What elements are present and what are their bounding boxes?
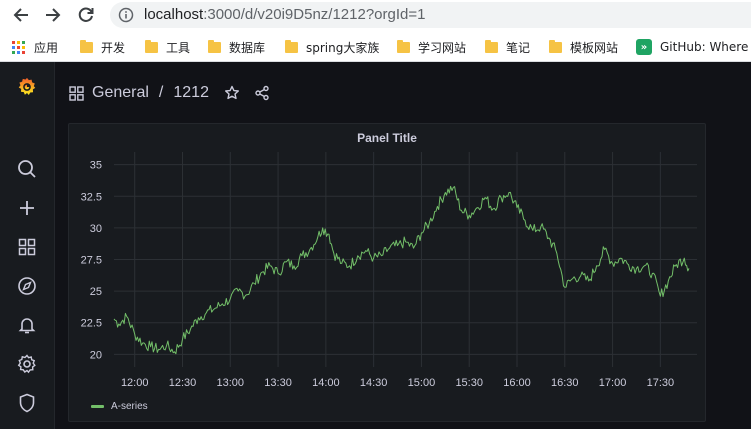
forward-button[interactable] — [42, 4, 64, 26]
x-tick-label: 13:30 — [264, 377, 292, 389]
x-tick-label: 15:00 — [408, 377, 436, 389]
reload-button[interactable] — [75, 4, 97, 26]
y-tick-label: 35 — [90, 160, 102, 172]
x-tick-label: 12:00 — [121, 377, 149, 389]
bookmarks-bar: 应用 开发 工具 数据库 spring大家族 学习网站 笔记 模板网站 » Git… — [0, 31, 751, 62]
x-tick-label: 16:00 — [503, 377, 531, 389]
y-tick-label: 27.5 — [81, 255, 102, 267]
x-tick-label: 17:30 — [647, 377, 675, 389]
apps-grid-icon — [12, 41, 25, 54]
bookmark-label: 工具 — [166, 41, 191, 55]
url-text: localhost:3000/d/v20i9D5nz/1212?orgId=1 — [144, 6, 425, 23]
github-bookmark-icon: » — [636, 39, 652, 55]
url-path: :3000/d/v20i9D5nz/1212?orgId=1 — [203, 6, 426, 23]
folder-icon — [485, 40, 498, 53]
bookmark-label: 笔记 — [506, 41, 531, 55]
bookmark-folder[interactable]: 笔记 — [485, 39, 530, 56]
folder-icon — [145, 40, 158, 53]
dashboard-title[interactable]: 1212 — [173, 84, 209, 102]
back-arrow-icon — [13, 8, 28, 22]
x-tick-label: 17:00 — [599, 377, 627, 389]
address-bar[interactable]: localhost:3000/d/v20i9D5nz/1212?orgId=1 — [110, 2, 751, 28]
y-tick-label: 30 — [90, 223, 102, 235]
alerting-bell-icon[interactable] — [16, 314, 38, 336]
breadcrumb-folder[interactable]: General — [92, 84, 149, 102]
x-tick-label: 12:30 — [169, 377, 197, 389]
folder-icon — [397, 40, 410, 53]
bookmark-folder[interactable]: 学习网站 — [397, 39, 466, 56]
bookmark-label: spring大家族 — [306, 41, 380, 55]
browser-toolbar: localhost:3000/d/v20i9D5nz/1212?orgId=1 — [0, 0, 751, 31]
grafana-logo-icon[interactable] — [16, 76, 38, 98]
server-admin-shield-icon[interactable] — [16, 392, 38, 414]
legend: A-series — [91, 401, 148, 412]
bookmark-label: 数据库 — [229, 41, 266, 55]
x-tick-label: 16:30 — [551, 377, 579, 389]
bookmark-folder[interactable]: 工具 — [145, 39, 190, 56]
bookmark-label: 应用 — [34, 41, 59, 55]
breadcrumb-separator: / — [158, 84, 164, 101]
dashboards-icon[interactable] — [16, 236, 38, 258]
configuration-gear-icon[interactable] — [16, 353, 38, 375]
bookmark-apps[interactable]: 应用 — [12, 39, 58, 56]
x-tick-label: 13:00 — [217, 377, 245, 389]
x-tick-label: 14:00 — [312, 377, 340, 389]
plus-icon[interactable] — [16, 197, 38, 219]
site-info-icon[interactable] — [118, 7, 134, 28]
url-host: localhost — [144, 6, 204, 23]
reload-icon — [78, 7, 94, 22]
share-icon[interactable] — [254, 85, 270, 101]
forward-arrow-icon — [46, 8, 61, 22]
dashboard-main: General / 1212 Panel Title 20 22.5 25 27.5 3… — [55, 62, 751, 429]
y-tick-label: 25 — [90, 286, 102, 298]
graph-panel[interactable]: Panel Title 20 22.5 25 27.5 30 32.5 35 12:00 12:… — [68, 123, 706, 422]
bookmark-github[interactable]: » GitHub: Where t — [636, 39, 751, 55]
explore-compass-icon[interactable] — [16, 275, 38, 297]
y-tick-label: 22.5 — [81, 318, 102, 330]
series-line-A-series — [113, 185, 690, 355]
folder-icon — [285, 40, 298, 53]
y-tick-label: 20 — [90, 349, 102, 361]
line-chart: 20 22.5 25 27.5 30 32.5 35 12:00 12:30 13:00 13:30… — [81, 152, 697, 389]
back-button[interactable] — [10, 4, 32, 26]
x-tick-label: 15:30 — [455, 377, 483, 389]
folder-icon — [80, 40, 93, 53]
folder-icon — [549, 40, 562, 53]
bookmark-folder[interactable]: 模板网站 — [549, 39, 618, 56]
bookmark-label: 开发 — [101, 41, 126, 55]
y-tick-label: 32.5 — [81, 191, 102, 203]
star-icon[interactable] — [224, 85, 240, 101]
x-tick-label: 14:30 — [360, 377, 388, 389]
bookmark-label: 模板网站 — [570, 41, 619, 55]
legend-label[interactable]: A-series — [111, 401, 148, 412]
bookmark-folder[interactable]: 开发 — [80, 39, 125, 56]
folder-icon — [208, 40, 221, 53]
bookmark-label: GitHub: Where t — [660, 40, 751, 54]
bookmark-label: 学习网站 — [418, 41, 467, 55]
search-icon[interactable] — [16, 158, 38, 180]
bookmark-folder[interactable]: 数据库 — [208, 39, 265, 56]
legend-swatch — [91, 405, 104, 408]
grafana-sidemenu — [0, 62, 55, 429]
dashboard-grid-icon — [69, 85, 84, 101]
breadcrumb: General / 1212 — [69, 84, 270, 102]
bookmark-folder[interactable]: spring大家族 — [285, 39, 379, 56]
